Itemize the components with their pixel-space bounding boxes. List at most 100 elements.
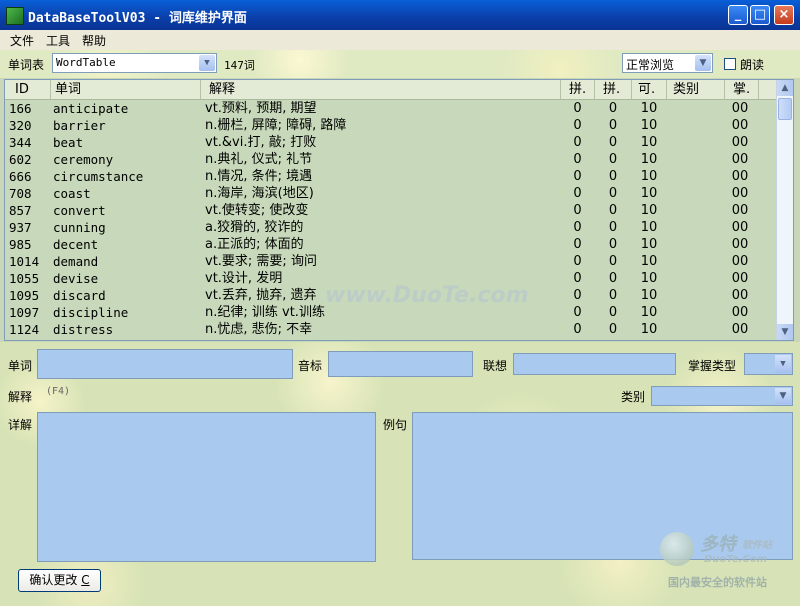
- category-select[interactable]: ▼: [651, 386, 793, 406]
- cell-definition: n.典礼, 仪式; 礼节: [205, 152, 313, 167]
- cell-category: [667, 168, 723, 185]
- table-select[interactable]: WordTable ▼: [52, 53, 217, 73]
- column-header-can[interactable]: 可.: [632, 80, 667, 99]
- cell-spell2: 0: [608, 169, 618, 184]
- cell-word: discipline: [53, 305, 129, 320]
- column-header-word[interactable]: 单词: [51, 80, 201, 99]
- chevron-down-icon[interactable]: ▼: [775, 355, 791, 373]
- mastery-type-select[interactable]: ▼: [744, 353, 793, 375]
- table-row[interactable]: 937 cunning a.狡猾的, 狡诈的 0 0 10 00: [5, 219, 777, 236]
- cell-mastery: 00: [731, 237, 749, 252]
- cell-definition: a.正派的; 体面的: [205, 237, 304, 252]
- column-header-spell1[interactable]: 拼.: [561, 80, 595, 99]
- word-count: 147词: [224, 59, 255, 72]
- cell-mastery: 00: [731, 322, 749, 337]
- scroll-up-icon[interactable]: ▲: [777, 80, 793, 96]
- cell-spell2: 0: [608, 271, 618, 286]
- column-header-definition[interactable]: 解释: [201, 80, 561, 99]
- cell-spell1: 0: [573, 152, 582, 167]
- cell-can: 10: [640, 101, 658, 116]
- cell-spell1: 0: [573, 322, 582, 337]
- cell-definition: a.狡猾的, 狡诈的: [205, 220, 304, 235]
- menu-help[interactable]: 帮助: [82, 32, 106, 49]
- table-row[interactable]: 708 coast n.海岸, 海滨(地区) 0 0 10 00: [5, 185, 777, 202]
- minimize-button[interactable]: _: [728, 5, 748, 25]
- cell-spell1: 0: [573, 135, 582, 150]
- table-row[interactable]: 320 barrier n.栅栏, 屏障; 障碍, 路障 0 0 10 00: [5, 117, 777, 134]
- chevron-down-icon[interactable]: ▼: [775, 388, 791, 404]
- chevron-down-icon[interactable]: ▼: [695, 55, 711, 71]
- cell-mastery: 00: [731, 118, 749, 133]
- cell-spell1: 0: [573, 305, 582, 320]
- table-row[interactable]: 166 anticipate vt.预料, 预期, 期望 0 0 10 00: [5, 100, 777, 117]
- cell-can: 10: [640, 118, 658, 133]
- cell-spell1: 0: [573, 220, 582, 235]
- table-row[interactable]: 1124 distress n.忧虑, 悲伤; 不幸 0 0 10 00: [5, 321, 777, 338]
- cell-category: [667, 236, 723, 253]
- cell-id: 1095: [9, 288, 40, 303]
- word-input[interactable]: [37, 349, 293, 379]
- cell-spell2: 0: [608, 186, 618, 201]
- column-header-id[interactable]: ID: [5, 80, 51, 99]
- cell-mastery: 00: [731, 220, 749, 235]
- cell-id: 666: [9, 169, 32, 184]
- cell-category: [667, 321, 723, 338]
- cell-spell2: 0: [608, 152, 618, 167]
- table-row[interactable]: 602 ceremony n.典礼, 仪式; 礼节 0 0 10 00: [5, 151, 777, 168]
- cell-word: barrier: [53, 118, 106, 133]
- confirm-change-button[interactable]: 确认更改 C: [18, 569, 101, 592]
- word-label: 单词: [8, 359, 33, 373]
- column-header-mastery[interactable]: 掌.: [725, 80, 759, 99]
- duote-mascot-icon: [660, 532, 694, 566]
- cell-category: [667, 219, 723, 236]
- table-row[interactable]: 666 circumstance n.情况, 条件; 境遇 0 0 10 00: [5, 168, 777, 185]
- confirm-change-label: 确认更改: [29, 573, 78, 587]
- maximize-button[interactable]: □: [750, 5, 770, 25]
- scroll-thumb[interactable]: [778, 98, 792, 120]
- cell-can: 10: [640, 305, 658, 320]
- cell-category: [667, 134, 723, 151]
- definition-label: 解释: [8, 390, 33, 404]
- cell-category: [667, 100, 723, 117]
- menu-file[interactable]: 文件: [10, 32, 34, 49]
- cell-spell2: 0: [608, 254, 618, 269]
- cell-mastery: 00: [731, 254, 749, 269]
- column-header-spell2[interactable]: 拼.: [595, 80, 632, 99]
- cell-spell2: 0: [608, 118, 618, 133]
- cell-spell1: 0: [573, 169, 582, 184]
- table-scrollbar[interactable]: ▲ ▼: [776, 80, 793, 340]
- table-row[interactable]: 857 convert vt.使转变; 使改变 0 0 10 00: [5, 202, 777, 219]
- cell-can: 10: [640, 186, 658, 201]
- scroll-down-icon[interactable]: ▼: [777, 324, 793, 340]
- cell-category: [667, 287, 723, 304]
- chevron-down-icon[interactable]: ▼: [199, 55, 215, 71]
- cell-mastery: 00: [731, 186, 749, 201]
- phonetic-input[interactable]: [328, 351, 473, 377]
- cell-id: 166: [9, 101, 32, 116]
- phonetic-label: 音标: [298, 359, 323, 373]
- menu-tools[interactable]: 工具: [46, 32, 70, 49]
- cell-spell2: 0: [608, 101, 618, 116]
- cell-category: [667, 202, 723, 219]
- cell-definition: vt.要求; 需要; 询问: [205, 254, 317, 269]
- cell-id: 1014: [9, 254, 40, 269]
- read-aloud-label: 朗读: [740, 58, 765, 72]
- cell-mastery: 00: [731, 101, 749, 116]
- close-button[interactable]: ×: [774, 5, 794, 25]
- cell-spell1: 0: [573, 203, 582, 218]
- cell-mastery: 00: [731, 288, 749, 303]
- view-mode-select[interactable]: 正常浏览 ▼: [622, 53, 713, 73]
- association-input[interactable]: [513, 353, 676, 375]
- cell-word: cunning: [53, 220, 106, 235]
- cell-definition: n.情况, 条件; 境遇: [205, 169, 313, 184]
- table-row[interactable]: 344 beat vt.&vi.打, 敲; 打败 0 0 10 00: [5, 134, 777, 151]
- table-row[interactable]: 1014 demand vt.要求; 需要; 询问 0 0 10 00: [5, 253, 777, 270]
- duote-logo-cn: 多特: [700, 534, 736, 555]
- table-row[interactable]: 985 decent a.正派的; 体面的 0 0 10 00: [5, 236, 777, 253]
- cell-id: 344: [9, 135, 32, 150]
- column-header-category[interactable]: 类别: [667, 80, 725, 99]
- cell-can: 10: [640, 152, 658, 167]
- detail-textarea[interactable]: [37, 412, 376, 562]
- read-aloud-checkbox[interactable]: [724, 58, 736, 70]
- cell-definition: n.忧虑, 悲伤; 不幸: [205, 322, 313, 337]
